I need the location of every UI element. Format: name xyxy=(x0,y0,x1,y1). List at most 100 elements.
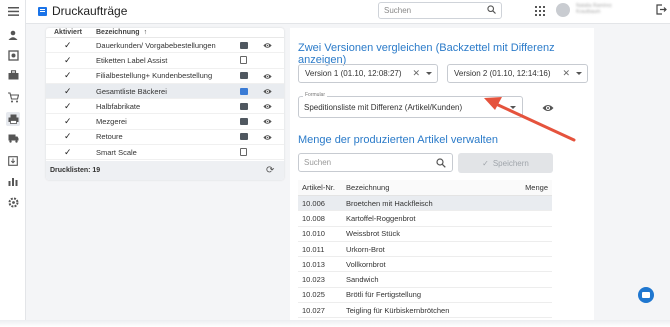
check-icon[interactable]: ✓ xyxy=(46,147,96,158)
check-icon[interactable]: ✓ xyxy=(46,131,96,142)
chat-support-button[interactable] xyxy=(638,287,654,303)
gear-icon[interactable] xyxy=(6,195,20,209)
list-type-icon xyxy=(240,41,248,49)
user-name: Natalia Ramírez Krautbaum xyxy=(576,3,612,15)
list-item[interactable]: ✓ Gesamtliste Bäckerei xyxy=(46,83,284,100)
global-search-placeholder: Suchen xyxy=(384,6,412,15)
apps-grid-icon[interactable] xyxy=(535,6,545,16)
quantity-heading: Menge der produzierten Artikel verwalten xyxy=(298,134,498,146)
article-nr: 10.027 xyxy=(302,305,325,315)
list-item[interactable]: ✓ Filialbestellung+ Kundenbestellung xyxy=(46,69,284,84)
table-row[interactable]: 10.008 Kartoffel-Roggenbrot xyxy=(298,211,552,227)
col-bezeichnung[interactable]: Bezeichnung xyxy=(96,29,140,36)
check-icon[interactable]: ✓ xyxy=(46,70,96,81)
formular-value: Speditionsliste mit Differenz (Artikel/K… xyxy=(304,103,463,112)
col-bezeichnung[interactable]: Bezeichnung xyxy=(346,183,516,192)
list-item-label: Dauerkunden/ Vorgabebestellungen xyxy=(96,40,216,50)
chevron-down-icon[interactable] xyxy=(426,72,432,75)
list-item-label: Mezgerei xyxy=(96,117,127,127)
eye-icon[interactable] xyxy=(263,117,272,126)
list-item-label: Retoure xyxy=(96,132,123,142)
search-icon[interactable] xyxy=(436,158,446,170)
list-type-icon xyxy=(240,102,248,110)
version1-select[interactable]: Version 1 (01.10, 12:08:27) ✕ xyxy=(298,64,438,83)
col-aktiviert[interactable]: Aktiviert xyxy=(46,29,96,36)
avatar[interactable] xyxy=(556,3,570,17)
chevron-down-icon[interactable] xyxy=(576,72,582,75)
version2-select[interactable]: Version 2 (01.10, 12:14:16) ✕ xyxy=(447,64,588,83)
list-item[interactable]: ✓ Dauerkunden/ Vorgabebestellungen xyxy=(46,38,284,54)
list-item[interactable]: ✓ Smart Scale xyxy=(46,145,284,161)
stats-icon[interactable] xyxy=(6,174,20,188)
search-icon[interactable] xyxy=(487,5,496,16)
download-calendar-icon[interactable] xyxy=(6,153,20,167)
chat-icon xyxy=(642,292,650,298)
refresh-icon[interactable]: ⟳ xyxy=(266,165,274,176)
global-search-input[interactable]: Suchen xyxy=(378,2,502,19)
printer-icon[interactable] xyxy=(6,112,20,126)
document-icon xyxy=(240,148,247,157)
article-table-header: Artikel-Nr. Bezeichnung Menge xyxy=(298,180,552,196)
cart-icon[interactable] xyxy=(6,90,20,104)
article-name: Brötli für Fertigstellung xyxy=(346,290,422,300)
check-icon[interactable]: ✓ xyxy=(46,40,96,51)
side-rail xyxy=(0,0,26,327)
check-icon[interactable]: ✓ xyxy=(46,101,96,112)
settings-network-icon[interactable] xyxy=(6,48,20,62)
table-row[interactable]: 10.010 Weissbrot Stück xyxy=(298,227,552,242)
list-item-label: Gesamtliste Bäckerei xyxy=(96,86,167,96)
check-icon[interactable]: ✓ xyxy=(46,116,96,127)
article-nr: 10.011 xyxy=(302,244,325,254)
col-menge[interactable]: Menge xyxy=(516,183,552,192)
list-type-icon xyxy=(240,72,248,80)
print-list-header: Aktiviert Bezeichnung ↑ xyxy=(46,28,284,38)
article-nr: 10.023 xyxy=(302,275,325,285)
check-icon[interactable]: ✓ xyxy=(46,86,96,97)
bottom-edge xyxy=(0,320,670,327)
formular-label: Formular xyxy=(303,92,328,98)
sort-up-icon[interactable]: ↑ xyxy=(144,29,148,36)
eye-icon[interactable] xyxy=(263,87,272,96)
save-button-label: Speichern xyxy=(492,158,529,168)
table-row[interactable]: 10.025 Brötli für Fertigstellung xyxy=(298,288,552,304)
main-panel: Zwei Versionen vergleichen (Backzettel m… xyxy=(290,28,594,320)
eye-icon[interactable] xyxy=(263,133,272,142)
clear-version1-icon[interactable]: ✕ xyxy=(412,68,420,79)
list-item-label: Halbfabrikate xyxy=(96,101,141,111)
article-search-input[interactable]: Suchen xyxy=(298,153,453,172)
article-table: Artikel-Nr. Bezeichnung Menge 10.006 Broe… xyxy=(298,180,552,319)
table-row[interactable]: 10.006 Broetchen mit Hackfleisch xyxy=(298,196,552,212)
list-item[interactable]: ✓ Retoure xyxy=(46,130,284,146)
article-nr: 10.025 xyxy=(302,290,325,300)
document-icon xyxy=(240,56,247,65)
table-row[interactable]: 10.023 Sandwich xyxy=(298,272,552,288)
article-name: Teigling für Kürbiskernbrötchen xyxy=(346,305,450,315)
briefcase-icon[interactable] xyxy=(6,68,20,82)
annotation-arrow xyxy=(484,97,576,142)
table-row[interactable]: 10.027 Teigling für Kürbiskernbrötchen xyxy=(298,303,552,319)
list-item[interactable]: ✓ Etiketten Label Assist xyxy=(46,53,284,69)
check-icon[interactable]: ✓ xyxy=(46,55,96,66)
version2-value: Version 2 (01.10, 12:14:16) xyxy=(454,69,551,78)
list-item-label: Smart Scale xyxy=(96,147,137,157)
save-button[interactable]: ✓ Speichern xyxy=(458,153,553,173)
col-artikel-nr[interactable]: Artikel-Nr. xyxy=(298,183,346,192)
user-icon[interactable] xyxy=(6,28,20,42)
list-item[interactable]: ✓ Halbfabrikate xyxy=(46,99,284,115)
print-list-footer: Drucklisten: 19 ⟳ xyxy=(46,161,284,180)
article-search-placeholder: Suchen xyxy=(304,158,332,167)
list-item[interactable]: ✓ Mezgerei xyxy=(46,114,284,130)
truck-icon[interactable] xyxy=(6,131,20,145)
eye-icon[interactable] xyxy=(263,41,272,50)
eye-icon[interactable] xyxy=(263,102,272,111)
table-row[interactable]: 10.011 Urkorn-Brot xyxy=(298,242,552,258)
article-nr: 10.013 xyxy=(302,259,325,269)
article-name: Weissbrot Stück xyxy=(346,229,401,239)
logout-icon[interactable] xyxy=(656,4,667,18)
eye-icon[interactable] xyxy=(263,72,272,81)
article-name: Vollkornbrot xyxy=(346,259,386,269)
menu-icon[interactable] xyxy=(6,4,20,18)
clear-version2-icon[interactable]: ✕ xyxy=(562,68,570,79)
print-list-panel: Aktiviert Bezeichnung ↑ ✓ Dauerkunden/ Vo… xyxy=(46,28,284,180)
table-row[interactable]: 10.013 Vollkornbrot xyxy=(298,257,552,273)
